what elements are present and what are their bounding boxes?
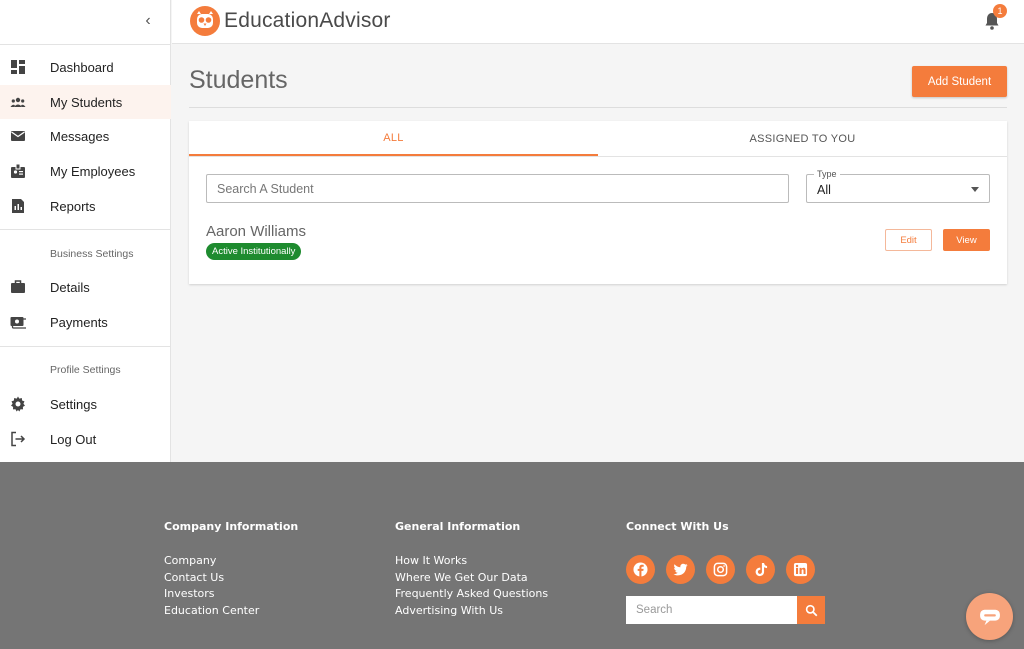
chat-bubble-icon [979,609,1000,625]
footer-link-where-we-get-our-data[interactable]: Where We Get Our Data [395,570,548,587]
sidebar-divider [0,229,171,230]
owl-logo-icon [190,6,220,36]
sidebar-item-reports[interactable]: Reports [0,189,171,223]
mail-icon [11,131,25,141]
tab-assigned-to-you[interactable]: ASSIGNED TO YOU [598,121,1007,156]
social-links [626,555,815,584]
sidebar-divider [0,44,171,45]
sidebar-item-label: Reports [50,198,96,214]
footer-company-column: Company Information Company Contact Us I… [164,520,298,620]
dashboard-icon [11,60,25,74]
footer-link-company[interactable]: Company [164,553,298,570]
collapse-sidebar-chevron-left-icon[interactable]: ‹ [140,11,156,31]
students-card: ALL ASSIGNED TO YOU Type All Aaron Willi… [189,121,1007,284]
tabs-divider [189,156,1007,157]
edit-student-button[interactable]: Edit [885,229,932,251]
footer-connect-heading: Connect With Us [626,520,729,533]
footer-search-button[interactable] [797,596,825,624]
student-name: Aaron Williams [206,223,307,240]
title-divider [189,107,1007,108]
footer-connect-column: Connect With Us [626,520,729,553]
facebook-icon[interactable] [626,555,655,584]
people-icon [10,97,26,107]
sidebar-item-my-employees[interactable]: My Employees [0,154,171,188]
sidebar-item-label: Details [50,279,90,295]
sidebar-item-label: Messages [50,128,110,144]
sidebar-item-messages[interactable]: Messages [0,119,171,153]
badge-icon [11,163,25,178]
payments-icon [10,317,26,329]
twitter-icon[interactable] [666,555,695,584]
notifications-bell-icon[interactable]: 1 [984,4,1007,30]
top-bar: EducationAdvisor 1 [172,0,1024,44]
footer-link-education-center[interactable]: Education Center [164,603,298,620]
logo[interactable]: EducationAdvisor [190,6,391,36]
chat-widget-button[interactable] [966,593,1013,640]
add-student-button[interactable]: Add Student [912,66,1007,97]
page-title: Students [189,66,288,94]
sidebar-item-dashboard[interactable]: Dashboard [0,50,171,84]
sidebar-item-label: Settings [50,396,97,412]
type-select-label: Type [814,169,840,179]
footer-general-heading: General Information [395,520,521,533]
sidebar-item-label: My Employees [50,163,136,179]
notification-count-badge: 1 [993,4,1007,18]
tab-all[interactable]: ALL [189,121,598,156]
footer-general-column: General Information How It Works Where W… [395,520,548,620]
tiktok-icon[interactable] [746,555,775,584]
sidebar-item-settings[interactable]: Settings [0,387,171,421]
footer-link-faq[interactable]: Frequently Asked Questions [395,586,548,603]
sidebar-item-log-out[interactable]: Log Out [0,422,171,456]
gear-icon [11,396,25,412]
brand-name: EducationAdvisor [224,9,391,32]
sidebar-item-my-students[interactable]: My Students [0,85,171,119]
instagram-icon[interactable] [706,555,735,584]
business-settings-heading: Business Settings [50,248,134,260]
student-search-input[interactable] [206,174,789,203]
sidebar-item-details[interactable]: Details [0,270,171,304]
profile-settings-heading: Profile Settings [50,364,121,376]
type-select[interactable]: Type All [806,169,990,203]
footer-company-heading: Company Information [164,520,299,533]
report-icon [12,199,24,213]
briefcase-icon [11,280,25,293]
type-select-value: All [817,183,831,197]
sidebar-item-label: My Students [50,94,123,110]
status-badge: Active Institutionally [206,243,302,260]
dropdown-caret-icon [971,187,979,192]
footer: Company Information Company Contact Us I… [0,462,1024,649]
logout-icon [11,431,26,447]
sidebar-item-label: Log Out [50,431,97,447]
linkedin-icon[interactable] [786,555,815,584]
view-student-button[interactable]: View [943,229,990,251]
footer-link-how-it-works[interactable]: How It Works [395,553,548,570]
sidebar-item-label: Dashboard [50,59,114,75]
footer-link-investors[interactable]: Investors [164,586,298,603]
footer-link-advertising[interactable]: Advertising With Us [395,603,548,620]
sidebar-divider [0,346,171,347]
sidebar: ‹ Dashboard My Students Messages My Empl… [0,0,171,462]
search-icon [805,604,817,616]
footer-search-input[interactable] [626,596,797,624]
sidebar-item-payments[interactable]: Payments [0,305,171,339]
sidebar-item-label: Payments [50,314,108,330]
footer-link-contact-us[interactable]: Contact Us [164,570,298,587]
